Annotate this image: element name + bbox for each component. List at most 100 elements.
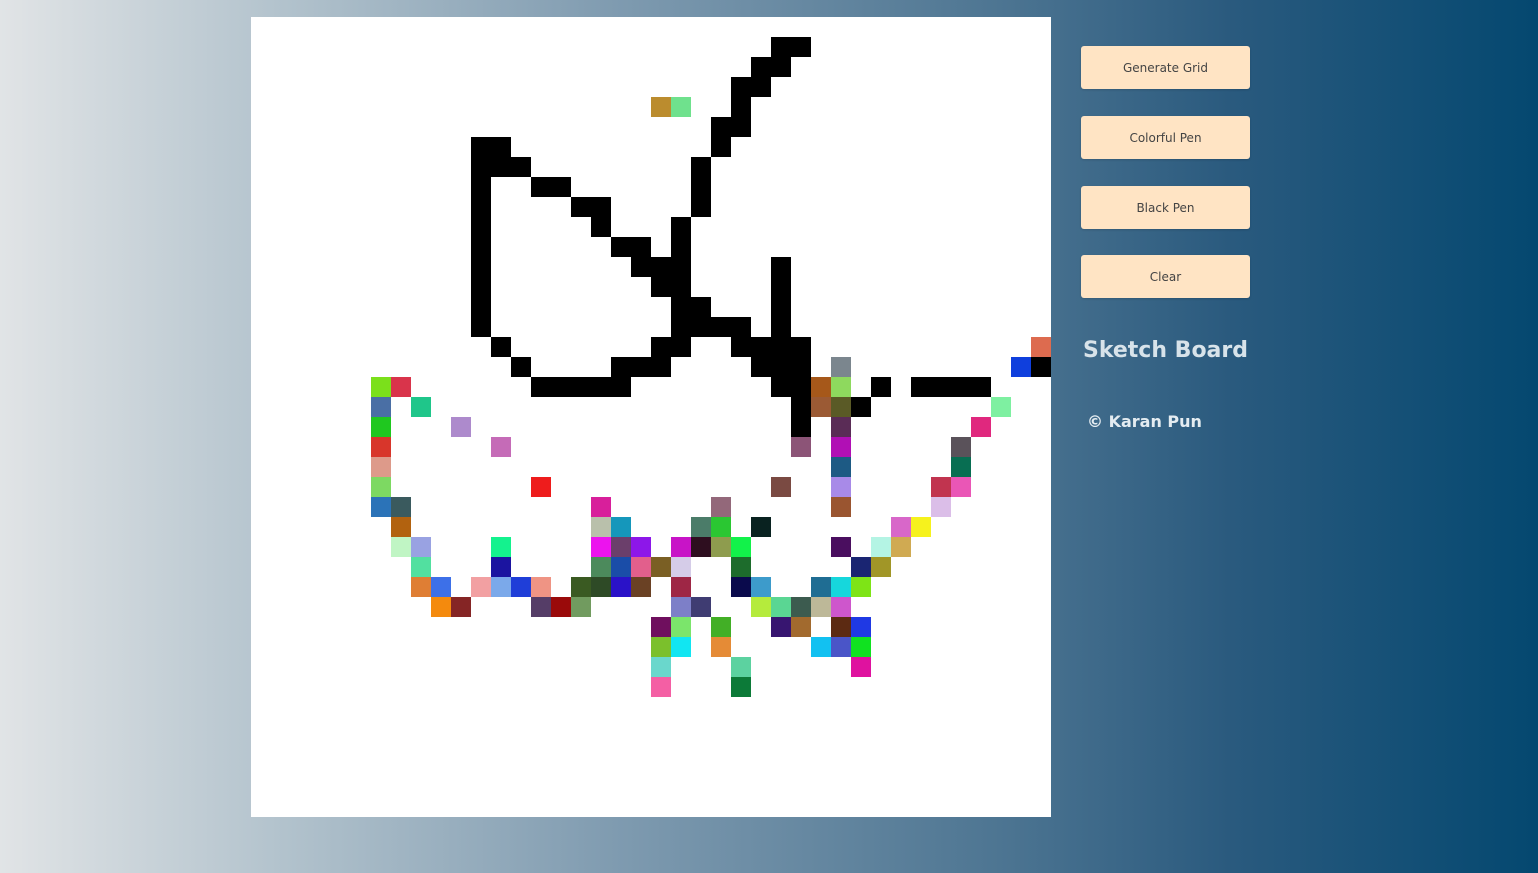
clear-button[interactable]: Clear [1081,255,1250,298]
board-cell[interactable] [631,357,651,377]
board-cell[interactable] [711,517,731,537]
board-cell[interactable] [831,477,851,497]
board-cell[interactable] [771,57,791,77]
board-cell[interactable] [851,557,871,577]
board-cell[interactable] [851,617,871,637]
board-cell[interactable] [731,317,751,337]
board-cell[interactable] [831,537,851,557]
board-cell[interactable] [751,337,771,357]
board-cell[interactable] [471,257,491,277]
board-cell[interactable] [691,537,711,557]
board-cell[interactable] [991,397,1011,417]
board-cell[interactable] [771,37,791,57]
board-cell[interactable] [671,237,691,257]
board-cell[interactable] [371,397,391,417]
board-cell[interactable] [511,577,531,597]
board-cell[interactable] [671,277,691,297]
board-cell[interactable] [871,537,891,557]
board-cell[interactable] [371,457,391,477]
board-cell[interactable] [471,177,491,197]
board-cell[interactable] [671,317,691,337]
board-cell[interactable] [651,337,671,357]
board-cell[interactable] [411,577,431,597]
board-cell[interactable] [771,277,791,297]
board-cell[interactable] [651,617,671,637]
board-cell[interactable] [691,297,711,317]
board-cell[interactable] [631,537,651,557]
board-cell[interactable] [571,377,591,397]
board-cell[interactable] [391,537,411,557]
board-cell[interactable] [651,657,671,677]
board-cell[interactable] [371,437,391,457]
board-cell[interactable] [791,417,811,437]
board-cell[interactable] [631,557,651,577]
board-cell[interactable] [931,377,951,397]
board-cell[interactable] [531,177,551,197]
board-cell[interactable] [471,317,491,337]
board-cell[interactable] [931,477,951,497]
board-cell[interactable] [591,377,611,397]
board-cell[interactable] [551,377,571,397]
board-cell[interactable] [711,617,731,637]
board-cell[interactable] [751,57,771,77]
board-cell[interactable] [871,557,891,577]
board-cell[interactable] [371,377,391,397]
board-cell[interactable] [711,117,731,137]
board-cell[interactable] [491,537,511,557]
board-cell[interactable] [471,277,491,297]
board-cell[interactable] [831,597,851,617]
board-cell[interactable] [831,437,851,457]
board-cell[interactable] [611,517,631,537]
board-cell[interactable] [851,577,871,597]
board-cell[interactable] [371,417,391,437]
board-cell[interactable] [731,577,751,597]
board-cell[interactable] [671,97,691,117]
board-cell[interactable] [571,597,591,617]
board-cell[interactable] [551,177,571,197]
board-cell[interactable] [731,537,751,557]
board-cell[interactable] [771,597,791,617]
board-cell[interactable] [451,597,471,617]
board-cell[interactable] [391,517,411,537]
board-cell[interactable] [411,557,431,577]
board-cell[interactable] [371,477,391,497]
board-cell[interactable] [891,517,911,537]
board-cell[interactable] [631,257,651,277]
board-cell[interactable] [891,537,911,557]
board-cell[interactable] [811,397,831,417]
board-cell[interactable] [811,597,831,617]
board-cell[interactable] [611,577,631,597]
board-cell[interactable] [491,157,511,177]
board-cell[interactable] [911,377,931,397]
board-cell[interactable] [971,417,991,437]
board-cell[interactable] [771,357,791,377]
board-cell[interactable] [651,557,671,577]
board-cell[interactable] [651,277,671,297]
board-cell[interactable] [791,617,811,637]
board-cell[interactable] [751,577,771,597]
board-cell[interactable] [671,597,691,617]
board-cell[interactable] [751,597,771,617]
board-cell[interactable] [951,437,971,457]
board-cell[interactable] [431,577,451,597]
board-cell[interactable] [831,377,851,397]
board-cell[interactable] [751,357,771,377]
board-cell[interactable] [471,157,491,177]
board-cell[interactable] [471,197,491,217]
black-pen-button[interactable]: Black Pen [1081,186,1250,229]
board-cell[interactable] [671,297,691,317]
board-cell[interactable] [491,557,511,577]
board-cell[interactable] [671,577,691,597]
board-cell[interactable] [391,497,411,517]
board-cell[interactable] [831,457,851,477]
board-cell[interactable] [831,417,851,437]
board-cell[interactable] [471,577,491,597]
board-cell[interactable] [731,337,751,357]
board-cell[interactable] [791,437,811,457]
board-cell[interactable] [811,577,831,597]
board-cell[interactable] [571,577,591,597]
board-cell[interactable] [551,597,571,617]
board-cell[interactable] [731,557,751,577]
board-cell[interactable] [791,597,811,617]
board-cell[interactable] [771,477,791,497]
